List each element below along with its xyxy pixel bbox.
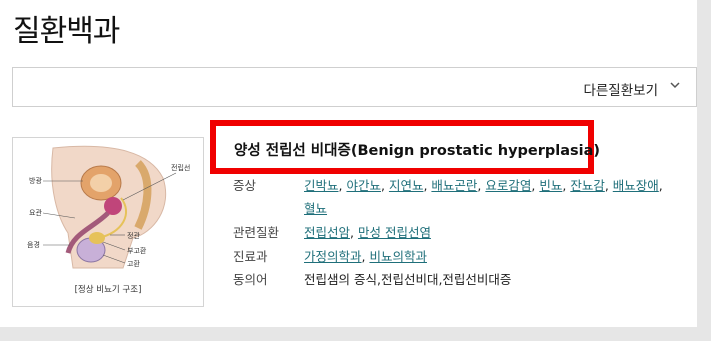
department-link[interactable]: 가정의학과 xyxy=(304,249,362,264)
symptoms-list-wrap: 혈뇨 xyxy=(304,198,327,217)
thumbnail-caption: [정상 비뇨기 구조] xyxy=(74,285,142,295)
symptoms-label: 증상 xyxy=(233,178,257,193)
symptom-link[interactable]: 야간뇨 xyxy=(346,178,381,193)
symptom-link[interactable]: 배뇨장애 xyxy=(613,178,659,193)
chevron-down-icon xyxy=(670,78,680,92)
department-link[interactable]: 비뇨의학과 xyxy=(369,249,427,264)
symptom-link[interactable]: 배뇨곤란 xyxy=(431,178,477,193)
symptom-link[interactable]: 빈뇨 xyxy=(539,178,562,193)
label-urethra: 요관 xyxy=(29,209,42,217)
symptom-link[interactable]: 긴박뇨 xyxy=(304,178,339,193)
page-title: 질환백과 xyxy=(13,14,120,49)
related-disease-link[interactable]: 만성 전립선염 xyxy=(358,225,431,240)
label-bladder: 방광 xyxy=(29,177,42,185)
label-vas: 정관 xyxy=(127,232,140,240)
synonym-label: 동의어 xyxy=(233,272,268,287)
label-prostate: 전립선 xyxy=(171,164,191,172)
content-card: 질환백과 다른질환보기 방광 전립선 요관 음경 정관 부고환 고환 [정상 비… xyxy=(0,0,697,327)
department-label: 진료과 xyxy=(233,249,268,264)
synonym-text: 전립샘의 증식,전립선비대,전립선비대증 xyxy=(304,272,512,287)
related-label: 관련질환 xyxy=(233,225,280,240)
anatomy-thumbnail[interactable]: 방광 전립선 요관 음경 정관 부고환 고환 [정상 비뇨기 구조] xyxy=(12,137,204,307)
symptom-link[interactable]: 혈뇨 xyxy=(304,201,327,216)
other-disease-dropdown[interactable]: 다른질환보기 xyxy=(12,67,697,107)
label-testis: 고환 xyxy=(127,260,140,268)
symptoms-list: 긴박뇨, 야간뇨, 지연뇨, 배뇨곤란, 요로감염, 빈뇨, 잔뇨감, 배뇨장애… xyxy=(304,178,663,193)
symptom-link[interactable]: 잔뇨감 xyxy=(570,178,605,193)
symptom-link[interactable]: 지연뇨 xyxy=(389,178,424,193)
related-disease-link[interactable]: 전립선암 xyxy=(304,225,350,240)
disease-title: 양성 전립선 비대증(Benign prostatic hyperplasia) xyxy=(234,143,601,159)
dropdown-label: 다른질환보기 xyxy=(583,83,658,99)
label-epididymis: 부고환 xyxy=(127,247,147,255)
symptom-link[interactable]: 요로감염 xyxy=(485,178,531,193)
label-penis: 음경 xyxy=(27,241,40,249)
related-list: 전립선암, 만성 전립선염 xyxy=(304,225,431,240)
department-list: 가정의학과, 비뇨의학과 xyxy=(304,249,427,264)
